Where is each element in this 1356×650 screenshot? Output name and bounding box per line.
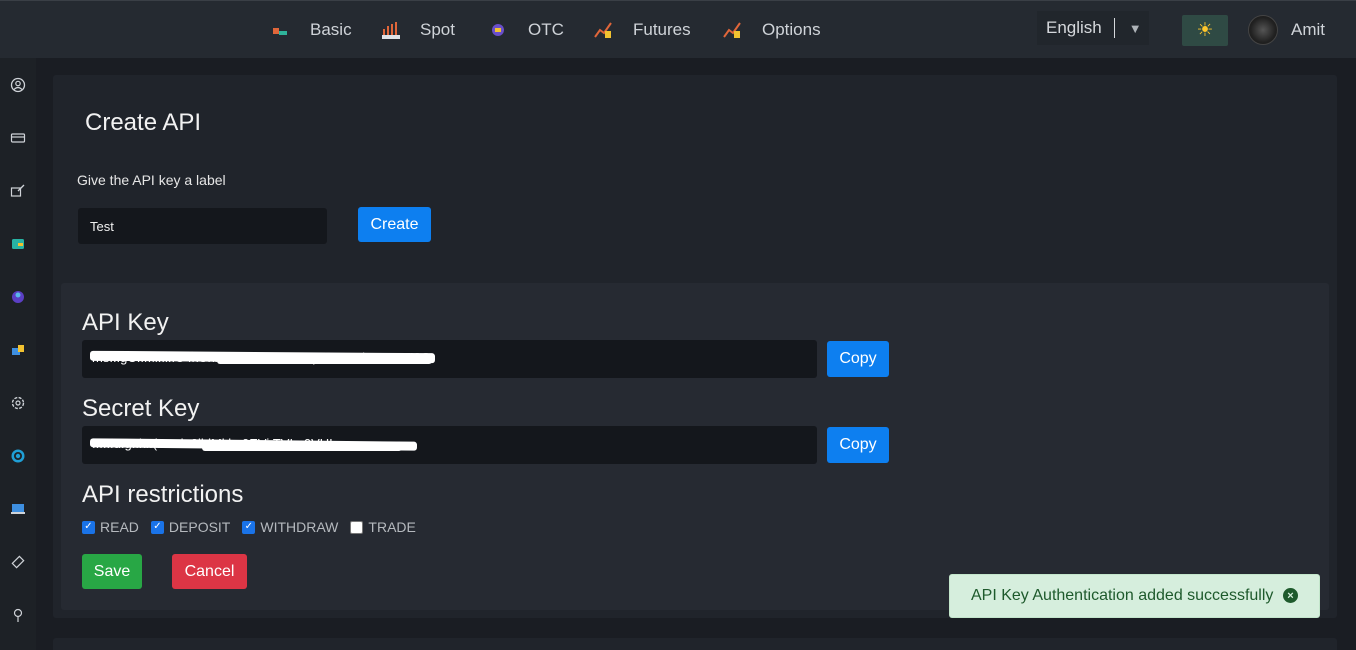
copy-api-key-button[interactable]: Copy bbox=[827, 341, 889, 377]
language-label: English bbox=[1046, 18, 1102, 37]
settings-icon[interactable] bbox=[10, 395, 26, 411]
cancel-button[interactable]: Cancel bbox=[172, 554, 247, 589]
language-select[interactable]: English ▼ bbox=[1037, 11, 1149, 45]
label-input[interactable] bbox=[78, 208, 327, 244]
theme-toggle-button[interactable]: ☀ bbox=[1182, 15, 1228, 46]
basic-icon bbox=[270, 19, 292, 41]
secret-key-field[interactable]: ......u.g..k..(...v..l..2iidMklm0EVi.TVI… bbox=[82, 426, 817, 464]
nav-spot-label: Spot bbox=[420, 20, 455, 39]
nav-futures[interactable]: Futures bbox=[593, 1, 691, 59]
read-label: READ bbox=[100, 519, 139, 535]
edit-icon[interactable] bbox=[10, 183, 26, 199]
unchecked-box-icon bbox=[350, 520, 364, 534]
nav-options-label: Options bbox=[762, 20, 821, 39]
nav-basic[interactable]: Basic bbox=[270, 1, 352, 59]
page-title: Create API bbox=[85, 109, 202, 136]
label-prompt: Give the API key a label bbox=[77, 172, 226, 188]
card-icon[interactable] bbox=[10, 130, 26, 146]
restrictions-checkboxes: ✓ READ ✓ DEPOSIT ✓ WITHDRAW TRADE bbox=[82, 519, 428, 535]
nav-spot[interactable]: Spot bbox=[380, 1, 455, 59]
nav-otc-label: OTC bbox=[528, 20, 564, 39]
withdraw-checkbox[interactable]: ✓ WITHDRAW bbox=[242, 519, 338, 535]
read-checkbox[interactable]: ✓ READ bbox=[82, 519, 139, 535]
withdraw-label: WITHDRAW bbox=[260, 519, 339, 535]
deposit-label: DEPOSIT bbox=[168, 519, 231, 535]
user-name[interactable]: Amit bbox=[1291, 20, 1325, 40]
toast-message: API Key Authentication added successfull… bbox=[971, 587, 1274, 604]
trade-checkbox[interactable]: TRADE bbox=[350, 519, 416, 535]
trade-label: TRADE bbox=[368, 519, 416, 535]
checkmark-icon: ✓ bbox=[242, 520, 256, 534]
profile-icon[interactable] bbox=[10, 77, 26, 93]
copy-secret-key-button[interactable]: Copy bbox=[827, 427, 889, 463]
save-button[interactable]: Save bbox=[82, 554, 142, 589]
restrictions-heading: API restrictions bbox=[82, 481, 244, 508]
language-divider bbox=[1113, 18, 1115, 38]
api-icon[interactable] bbox=[10, 501, 26, 517]
ticket-icon[interactable] bbox=[10, 554, 26, 570]
checkmark-icon: ✓ bbox=[82, 520, 95, 534]
lower-panel bbox=[53, 638, 1337, 650]
checkmark-icon: ✓ bbox=[150, 520, 164, 534]
avatar[interactable] bbox=[1248, 15, 1278, 45]
top-bar: Basic Spot OTC Futures Options English ▼… bbox=[0, 0, 1356, 58]
globe-icon[interactable] bbox=[10, 289, 26, 305]
transfer-icon[interactable] bbox=[10, 342, 26, 358]
close-icon[interactable]: × bbox=[1283, 588, 1298, 603]
futures-icon bbox=[593, 19, 615, 41]
nav-futures-label: Futures bbox=[633, 20, 691, 39]
location-icon[interactable] bbox=[10, 607, 26, 623]
redaction-mark bbox=[202, 445, 402, 451]
target-icon[interactable] bbox=[10, 448, 26, 464]
nav-basic-label: Basic bbox=[310, 20, 352, 39]
nav-otc[interactable]: OTC bbox=[488, 1, 564, 59]
secret-key-heading: Secret Key bbox=[82, 395, 200, 422]
api-key-heading: API Key bbox=[82, 309, 169, 336]
api-key-field[interactable]: ms...gC..Ml..l..C4kCniMVWCV24KSPqvLcW87k… bbox=[82, 340, 817, 378]
success-toast: API Key Authentication added successfull… bbox=[949, 574, 1320, 618]
sun-icon: ☀ bbox=[1196, 20, 1214, 41]
chevron-down-icon: ▼ bbox=[1128, 20, 1142, 36]
redaction-mark bbox=[217, 357, 432, 364]
deposit-checkbox[interactable]: ✓ DEPOSIT bbox=[150, 519, 231, 535]
spot-icon bbox=[380, 19, 402, 41]
sidebar bbox=[0, 58, 36, 650]
options-icon bbox=[722, 19, 744, 41]
create-button[interactable]: Create bbox=[358, 207, 431, 242]
otc-icon bbox=[488, 19, 510, 41]
nav-options[interactable]: Options bbox=[722, 1, 821, 59]
wallet-icon[interactable] bbox=[10, 236, 26, 252]
